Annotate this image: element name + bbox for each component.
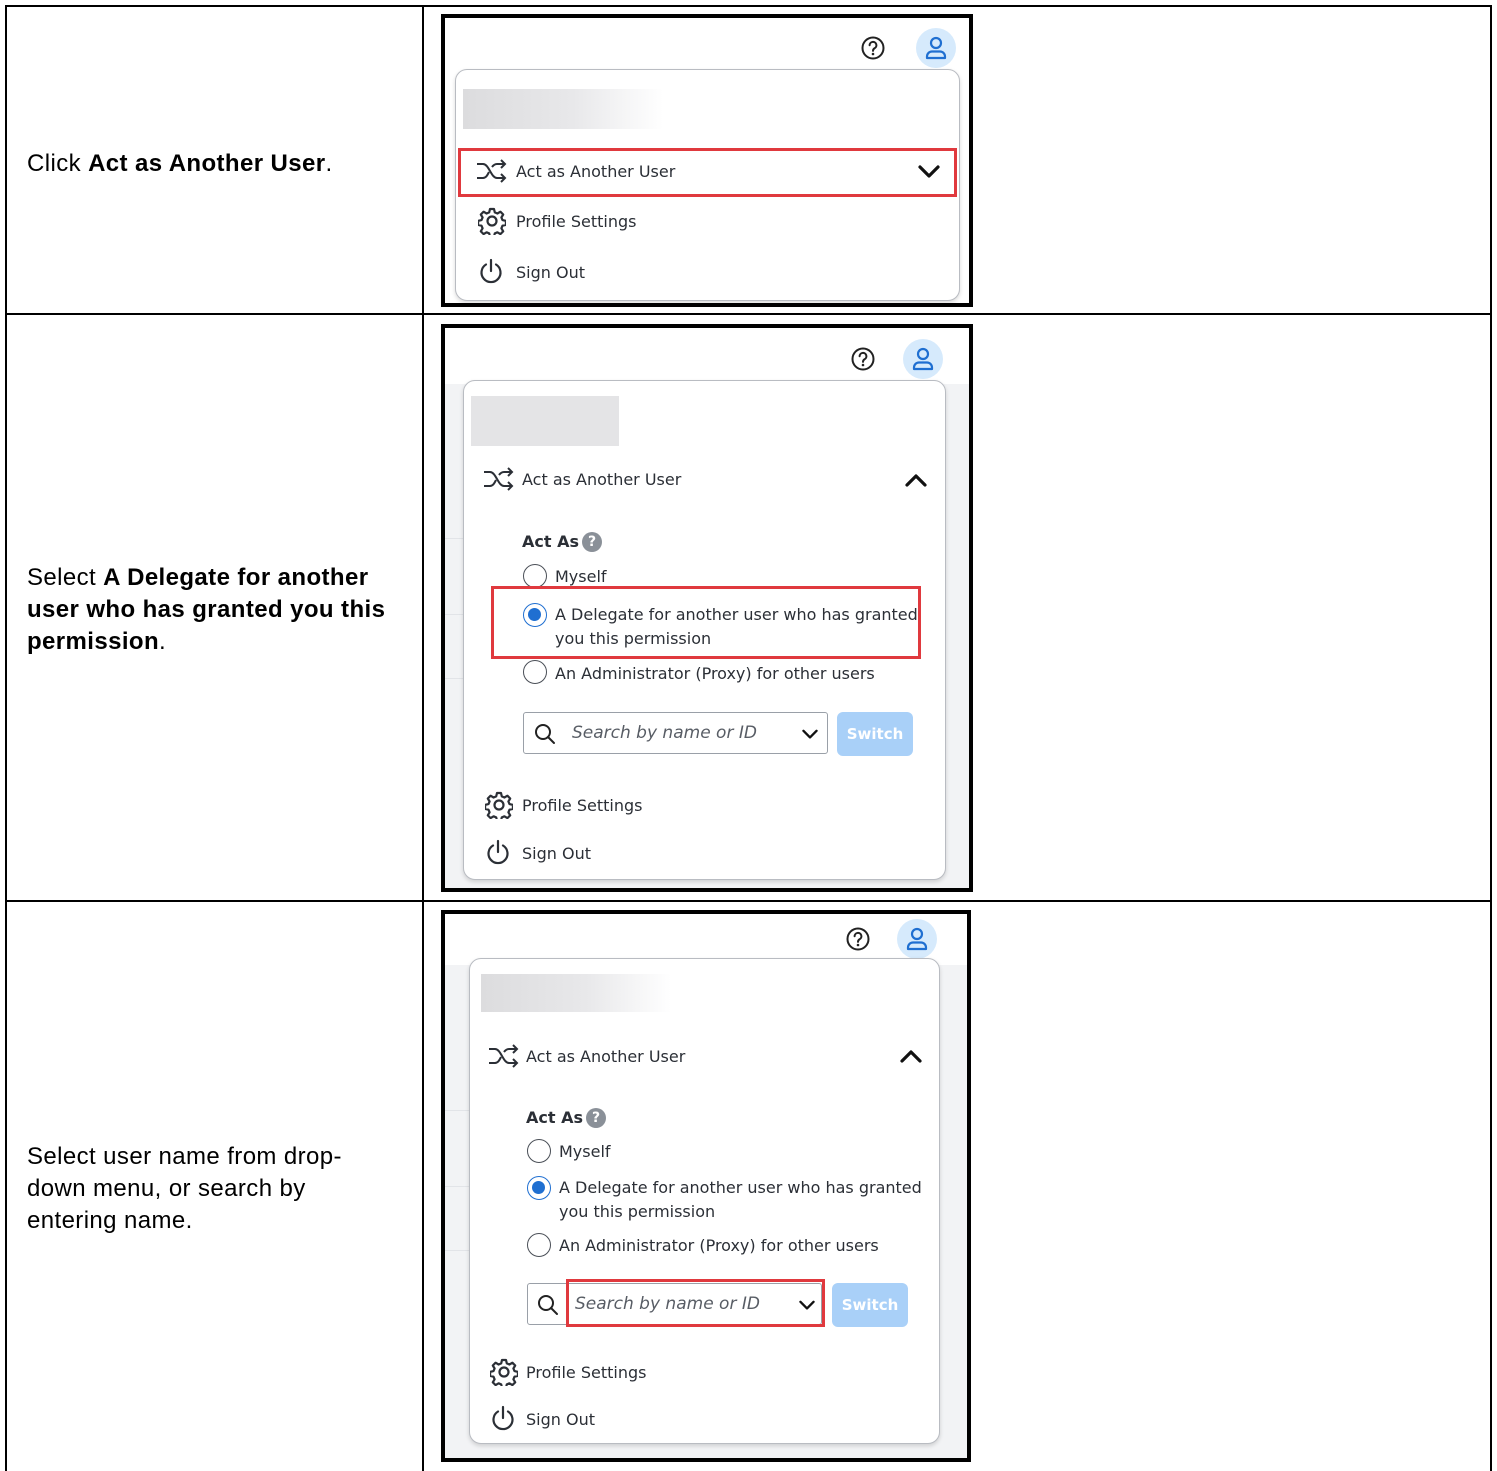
screenshot-step-3: Act as Another User Act As ? Myself A De… <box>441 910 971 1462</box>
table-column-divider <box>422 5 424 1471</box>
shuffle-icon <box>482 467 516 491</box>
table-row-divider <box>5 900 1492 902</box>
switch-button[interactable]: Switch <box>837 712 913 756</box>
instruction-step-2: Select A Delegate for another user who h… <box>27 564 386 655</box>
radio-myself[interactable] <box>523 564 547 588</box>
option-delegate-label-line2: you this permission <box>559 1202 716 1221</box>
help-circle-icon[interactable] <box>860 35 886 61</box>
highlight-box <box>491 586 921 659</box>
option-delegate-label-line1: A Delegate for another user who has gran… <box>559 1178 922 1197</box>
option-admin-label: An Administrator (Proxy) for other users <box>555 664 875 683</box>
menu-item-act-as-label[interactable]: Act as Another User <box>522 470 681 489</box>
table-row-divider <box>5 313 1492 315</box>
help-circle-icon[interactable] <box>850 346 876 372</box>
menu-item-sign-out[interactable]: Sign Out <box>526 1410 595 1429</box>
radio-myself[interactable] <box>527 1139 551 1163</box>
search-icon <box>534 723 556 745</box>
question-icon[interactable]: ? <box>586 1108 606 1128</box>
switch-button[interactable]: Switch <box>832 1283 908 1327</box>
chevron-down-icon[interactable] <box>802 729 818 740</box>
radio-administrator[interactable] <box>523 660 547 684</box>
user-icon <box>912 347 934 371</box>
menu-item-profile-settings[interactable]: Profile Settings <box>526 1363 646 1382</box>
help-circle-icon[interactable] <box>845 926 871 952</box>
gear-icon <box>485 791 513 819</box>
screenshot-step-1: Act as Another User Profile Settings Sig… <box>441 14 973 307</box>
option-admin-label: An Administrator (Proxy) for other users <box>559 1236 879 1255</box>
power-icon <box>490 1405 516 1433</box>
menu-item-profile-settings[interactable]: Profile Settings <box>522 796 642 815</box>
screenshot-step-2: Act as Another User Act As ? Myself A De… <box>441 324 973 892</box>
menu-item-sign-out[interactable]: Sign Out <box>516 263 585 282</box>
gear-icon <box>478 207 506 235</box>
redacted-user-name <box>481 974 671 1012</box>
highlight-box <box>458 148 957 197</box>
act-as-heading: Act As <box>526 1108 583 1127</box>
shuffle-icon <box>487 1044 521 1068</box>
radio-administrator[interactable] <box>527 1233 551 1257</box>
option-myself-label: Myself <box>555 567 607 586</box>
user-search-input[interactable]: Search by name or ID <box>523 712 828 754</box>
menu-item-act-as-label[interactable]: Act as Another User <box>526 1047 685 1066</box>
chevron-up-icon[interactable] <box>900 1049 922 1063</box>
user-avatar-button[interactable] <box>897 919 937 959</box>
highlight-box <box>566 1279 825 1327</box>
menu-item-sign-out[interactable]: Sign Out <box>522 844 591 863</box>
user-icon <box>906 927 928 951</box>
menu-item-profile-settings[interactable]: Profile Settings <box>516 212 636 231</box>
search-placeholder: Search by name or ID <box>572 723 757 743</box>
power-icon <box>478 258 504 286</box>
question-icon[interactable]: ? <box>582 532 602 552</box>
gear-icon <box>490 1358 518 1386</box>
instruction-step-3: Select user name from drop-down menu, or… <box>27 1143 342 1234</box>
user-avatar-button[interactable] <box>916 28 956 68</box>
option-myself-label: Myself <box>559 1142 611 1161</box>
user-avatar-button[interactable] <box>903 339 943 379</box>
redacted-user-name <box>471 396 619 446</box>
chevron-up-icon[interactable] <box>905 473 927 487</box>
power-icon <box>485 839 511 867</box>
radio-delegate[interactable] <box>527 1176 551 1200</box>
search-icon <box>537 1294 559 1316</box>
user-icon <box>925 36 947 60</box>
instruction-step-1: Click Act as Another User. <box>27 150 333 177</box>
act-as-heading: Act As <box>522 532 579 551</box>
redacted-user-name <box>463 89 663 129</box>
instruction-emphasis: Act as Another User <box>88 150 326 177</box>
